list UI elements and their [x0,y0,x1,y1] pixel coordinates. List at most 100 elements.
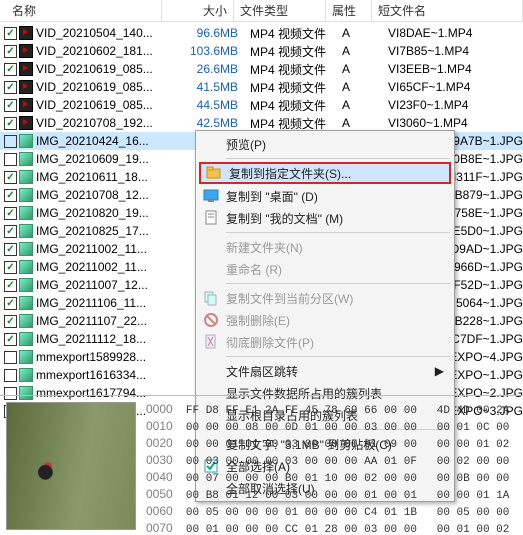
menu-copy-to-desktop[interactable]: 复制到 "桌面" (D) [198,185,452,207]
row-checkbox[interactable] [4,153,17,166]
mp4-file-icon [19,62,33,76]
file-row[interactable]: VID_20210504_140...96.6MBMP4 视频文件AVI8DAE… [0,24,523,42]
menu-preview[interactable]: 预览(P) [198,133,452,155]
file-type: MP4 视频文件 [244,25,336,42]
header-size[interactable]: 大小 [162,0,234,21]
menu-separator [226,283,450,284]
row-checkbox[interactable] [4,297,17,310]
menu-copy-to-docs[interactable]: 复制到 "我的文档" (M) [198,207,452,229]
row-checkbox[interactable] [4,243,17,256]
file-type: MP4 视频文件 [244,79,336,96]
menu-separator [226,232,450,233]
file-size: 26.6MB [172,62,244,76]
row-checkbox[interactable] [4,117,17,130]
delete-file-icon [203,334,219,350]
row-checkbox[interactable] [4,225,17,238]
file-shortname: VI65CF~1.MP4 [382,80,470,94]
jpg-file-icon [19,242,33,256]
documents-icon [203,210,219,226]
file-name: IMG_20210424_16... [36,134,172,148]
file-name: VID_20210504_140... [36,26,172,40]
file-shortname: VI3060~1.MP4 [382,116,468,130]
menu-copy-to-folder[interactable]: 复制到指定文件夹(S)... [199,162,451,184]
file-shortname: VI23F0~1.MP4 [382,98,468,112]
mp4-file-icon [19,98,33,112]
menu-copy-to-front: 复制文件到当前分区(W) [198,287,452,309]
file-name: IMG_20210708_12... [36,188,172,202]
file-shortname: VI8DAE~1.MP4 [382,26,472,40]
row-checkbox[interactable] [4,45,17,58]
file-row[interactable]: VID_20210619_085...44.5MBMP4 视频文件AVI23F0… [0,96,523,114]
row-checkbox[interactable] [4,351,17,364]
file-attr: A [336,62,382,76]
row-checkbox[interactable] [4,333,17,346]
row-checkbox[interactable] [4,27,17,40]
preview-pane: 0000 FF D8 FF E1 2A FE 45 78 69 66 00 00… [0,395,523,535]
row-checkbox[interactable] [4,63,17,76]
column-header[interactable]: 名称 大小 文件类型 属性 短文件名 [0,0,523,22]
row-checkbox[interactable] [4,279,17,292]
file-attr: A [336,26,382,40]
file-row[interactable]: VID_20210619_085...41.5MBMP4 视频文件AVI65CF… [0,78,523,96]
file-size: 96.6MB [172,26,244,40]
row-checkbox[interactable] [4,207,17,220]
file-name: IMG_20211002_11... [36,260,172,274]
file-shortname: VI3EEB~1.MP4 [382,62,472,76]
jpg-file-icon [19,188,33,202]
row-checkbox[interactable] [4,261,17,274]
row-checkbox[interactable] [4,135,17,148]
jpg-file-icon [19,278,33,292]
row-checkbox[interactable] [4,99,17,112]
file-name: VID_20210602_181... [36,44,172,58]
row-checkbox[interactable] [4,171,17,184]
menu-corrupt-jump[interactable]: 文件扇区跳转▶ [198,360,452,382]
jpg-file-icon [19,206,33,220]
row-checkbox[interactable] [4,369,17,382]
file-name: mmexport1616334... [36,368,172,382]
copy-icon [203,290,219,306]
file-name: IMG_20210609_19... [36,152,172,166]
jpg-file-icon [19,296,33,310]
file-type: MP4 视频文件 [244,61,336,78]
file-row[interactable]: VID_20210619_085...26.6MBMP4 视频文件AVI3EEB… [0,60,523,78]
jpg-file-icon [19,152,33,166]
jpg-file-icon [19,350,33,364]
header-short[interactable]: 短文件名 [372,0,523,21]
file-shortname: VI7B85~1.MP4 [382,44,469,58]
file-row[interactable]: VID_20210602_181...103.6MBMP4 视频文件AVI7B8… [0,42,523,60]
file-attr: A [336,80,382,94]
delete-icon [203,312,219,328]
header-attr[interactable]: 属性 [326,0,372,21]
menu-rename: 重命名 (R) [198,258,452,280]
mp4-file-icon [19,80,33,94]
menu-full-delete: 彻底删除文件(P) [198,331,452,353]
jpg-file-icon [19,134,33,148]
mp4-file-icon [19,44,33,58]
header-type[interactable]: 文件类型 [234,0,326,21]
jpg-file-icon [19,224,33,238]
file-name: IMG_20211107_22... [36,314,172,328]
row-checkbox[interactable] [4,81,17,94]
image-thumbnail [6,402,136,530]
jpg-file-icon [19,332,33,346]
row-checkbox[interactable] [4,315,17,328]
file-name: IMG_20210825_17... [36,224,172,238]
file-attr: A [336,116,382,130]
row-checkbox[interactable] [4,189,17,202]
desktop-icon [203,188,219,204]
file-name: IMG_20210820_19... [36,206,172,220]
file-size: 41.5MB [172,80,244,94]
submenu-arrow-icon: ▶ [435,364,444,378]
file-attr: A [336,44,382,58]
file-size: 44.5MB [172,98,244,112]
file-name: IMG_20211002_11... [36,242,172,256]
menu-new-folder: 新建文件夹(N) [198,236,452,258]
jpg-file-icon [19,314,33,328]
file-type: MP4 视频文件 [244,97,336,114]
file-name: VID_20210619_085... [36,98,172,112]
file-name: IMG_20211112_18... [36,332,172,346]
file-name: VID_20210619_085... [36,62,172,76]
header-name[interactable]: 名称 [6,0,162,21]
file-name: VID_20210619_085... [36,80,172,94]
file-type: MP4 视频文件 [244,43,336,60]
